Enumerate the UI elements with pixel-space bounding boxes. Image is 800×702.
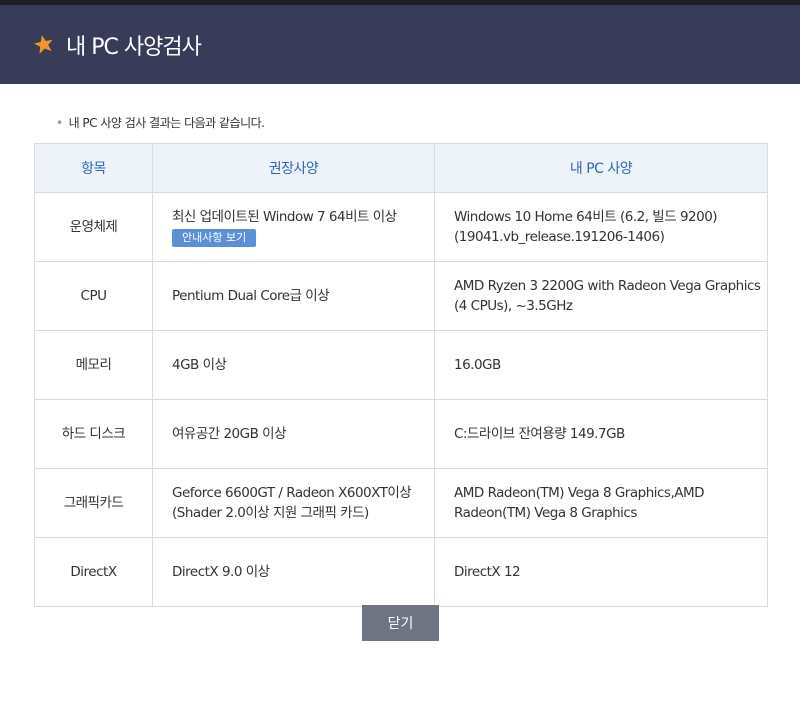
star-icon	[33, 34, 55, 56]
row-recommended: DirectX 9.0 이상	[152, 537, 435, 607]
header-recommended: 권장사양	[152, 143, 435, 193]
row-recommended: 4GB 이상	[152, 330, 435, 400]
row-recommended: 여유공간 20GB 이상	[152, 399, 435, 469]
row-label: CPU	[34, 261, 153, 331]
row-my-pc: AMD Radeon(TM) Vega 8 Graphics,AMD Radeo…	[434, 468, 768, 538]
table-row: 메모리 4GB 이상 16.0GB	[34, 330, 768, 400]
row-label: 그래픽카드	[34, 468, 153, 538]
table-row: CPU Pentium Dual Core급 이상 AMD Ryzen 3 22…	[34, 261, 768, 331]
row-label: 메모리	[34, 330, 153, 400]
my-pc-line: (19041.vb_release.191206-1406)	[454, 229, 665, 245]
row-recommended: Pentium Dual Core급 이상	[152, 261, 435, 331]
intro-text: • 내 PC 사양 검사 결과는 다음과 같습니다.	[56, 114, 265, 131]
row-label: 하드 디스크	[34, 399, 153, 469]
my-pc-line: DirectX 12	[454, 564, 521, 580]
guide-button[interactable]: 안내사항 보기	[172, 229, 257, 247]
table-row: 그래픽카드 Geforce 6600GT / Radeon X600XT이상 (…	[34, 468, 768, 538]
table-row: 운영체제 최신 업데이트된 Window 7 64비트 이상 안내사항 보기 W…	[34, 192, 768, 262]
intro-label: 내 PC 사양 검사 결과는 다음과 같습니다.	[68, 116, 265, 130]
row-my-pc: 16.0GB	[434, 330, 768, 400]
row-recommended: Geforce 6600GT / Radeon X600XT이상 (Shader…	[152, 468, 435, 538]
row-recommended: 최신 업데이트된 Window 7 64비트 이상 안내사항 보기	[152, 192, 435, 262]
my-pc-line: 16.0GB	[454, 357, 501, 373]
my-pc-line: Windows 10 Home 64비트 (6.2, 빌드 9200)	[454, 209, 718, 225]
my-pc-line: AMD Ryzen 3 2200G with Radeon Vega Graph…	[454, 278, 761, 294]
spec-table: 항목 권장사양 내 PC 사양 운영체제 최신 업데이트된 Window 7 6…	[34, 143, 768, 607]
my-pc-line: C:드라이브 잔여용량 149.7GB	[454, 426, 625, 442]
row-my-pc: DirectX 12	[434, 537, 768, 607]
my-pc-line: Radeon(TM) Vega 8 Graphics	[454, 505, 637, 521]
recommended-text: 최신 업데이트된 Window 7 64비트 이상	[172, 209, 397, 225]
row-my-pc: Windows 10 Home 64비트 (6.2, 빌드 9200) (190…	[434, 192, 768, 262]
header-item: 항목	[34, 143, 153, 193]
dialog-header: 내 PC 사양검사	[0, 5, 800, 84]
recommended-line: (Shader 2.0이상 지원 그래픽 카드)	[172, 505, 369, 521]
row-label: DirectX	[34, 537, 153, 607]
bullet-icon: •	[56, 116, 63, 130]
table-row: DirectX DirectX 9.0 이상 DirectX 12	[34, 537, 768, 607]
table-header-row: 항목 권장사양 내 PC 사양	[34, 143, 768, 193]
page-title: 내 PC 사양검사	[66, 34, 202, 60]
header-my-pc: 내 PC 사양	[434, 143, 768, 193]
table-row: 하드 디스크 여유공간 20GB 이상 C:드라이브 잔여용량 149.7GB	[34, 399, 768, 469]
row-label: 운영체제	[34, 192, 153, 262]
row-my-pc: AMD Ryzen 3 2200G with Radeon Vega Graph…	[434, 261, 768, 331]
my-pc-line: AMD Radeon(TM) Vega 8 Graphics,AMD	[454, 485, 705, 501]
close-button[interactable]: 닫기	[362, 605, 439, 641]
my-pc-line: (4 CPUs), ~3.5GHz	[454, 298, 573, 314]
row-my-pc: C:드라이브 잔여용량 149.7GB	[434, 399, 768, 469]
recommended-line: Geforce 6600GT / Radeon X600XT이상	[172, 485, 412, 501]
